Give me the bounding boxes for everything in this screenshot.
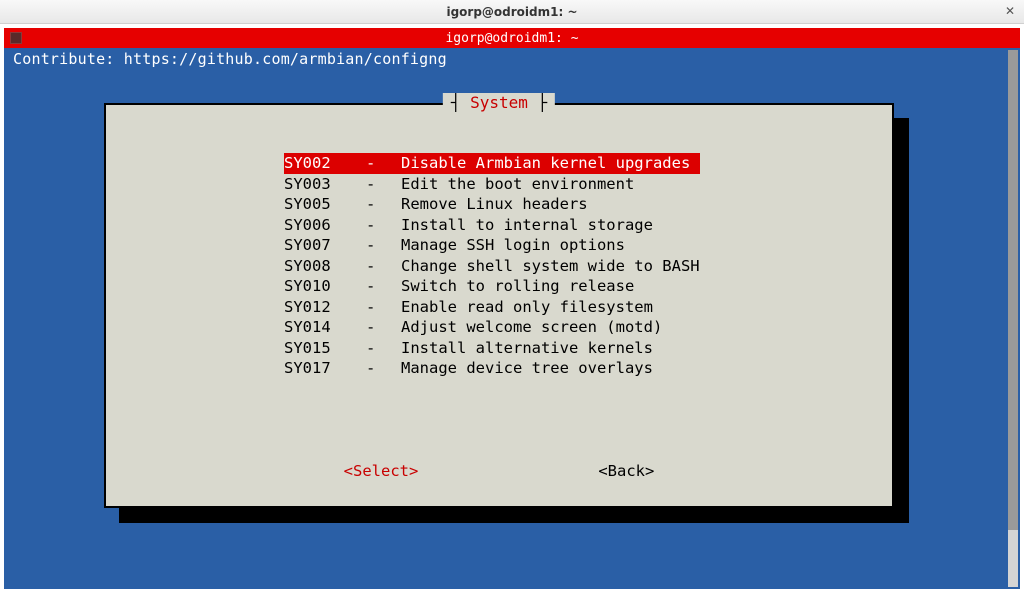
menu-item-sy015[interactable]: SY015- Install alternative kernels bbox=[284, 338, 700, 359]
dialog-buttons: <Select> <Back> bbox=[106, 462, 892, 480]
terminal-tab-label: igorp@odroidm1: ~ bbox=[445, 31, 578, 46]
back-button[interactable]: <Back> bbox=[598, 462, 654, 480]
window-titlebar: igorp@odroidm1: ~ ✕ bbox=[0, 0, 1024, 24]
select-button[interactable]: <Select> bbox=[344, 462, 419, 480]
menu-item-label: Adjust welcome screen (motd) bbox=[401, 317, 662, 338]
menu-item-sy014[interactable]: SY014- Adjust welcome screen (motd) bbox=[284, 317, 700, 338]
menu-item-sy002[interactable]: SY002- Disable Armbian kernel upgrades bbox=[284, 153, 700, 174]
menu-item-label: Disable Armbian kernel upgrades bbox=[401, 153, 690, 174]
scrollbar[interactable] bbox=[1008, 50, 1018, 587]
terminal-tab-bar: igorp@odroidm1: ~ bbox=[4, 28, 1020, 48]
menu-item-sy010[interactable]: SY010- Switch to rolling release bbox=[284, 276, 700, 297]
menu-item-label: Switch to rolling release bbox=[401, 276, 634, 297]
menu-item-label: Manage SSH login options bbox=[401, 235, 625, 256]
contribute-line: Contribute: https://github.com/armbian/c… bbox=[9, 48, 1006, 70]
menu-item-sy005[interactable]: SY005- Remove Linux headers bbox=[284, 194, 700, 215]
menu-item-sy006[interactable]: SY006- Install to internal storage bbox=[284, 215, 700, 236]
menu-item-label: Manage device tree overlays bbox=[401, 358, 653, 379]
menu-item-label: Install to internal storage bbox=[401, 215, 653, 236]
dialog-system: System SY002- Disable Armbian kernel upg… bbox=[104, 103, 894, 508]
menu-item-label: Change shell system wide to BASH bbox=[401, 256, 700, 277]
menu-list: SY002- Disable Armbian kernel upgrades S… bbox=[284, 153, 700, 379]
menu-item-label: Edit the boot environment bbox=[401, 174, 634, 195]
terminal-screen: Contribute: https://github.com/armbian/c… bbox=[9, 48, 1006, 587]
menu-item-sy008[interactable]: SY008- Change shell system wide to BASH bbox=[284, 256, 700, 277]
window-close-button[interactable]: ✕ bbox=[1002, 3, 1018, 19]
menu-item-sy012[interactable]: SY012- Enable read only filesystem bbox=[284, 297, 700, 318]
menu-item-sy017[interactable]: SY017- Manage device tree overlays bbox=[284, 358, 700, 379]
scrollbar-thumb[interactable] bbox=[1008, 50, 1018, 530]
menu-item-label: Remove Linux headers bbox=[401, 194, 588, 215]
menu-item-label: Enable read only filesystem bbox=[401, 297, 653, 318]
menu-item-label: Install alternative kernels bbox=[401, 338, 653, 359]
terminal: igorp@odroidm1: ~ Contribute: https://gi… bbox=[4, 28, 1020, 589]
window-title: igorp@odroidm1: ~ bbox=[446, 5, 577, 19]
dialog-title: System bbox=[443, 93, 555, 112]
window-body: igorp@odroidm1: ~ Contribute: https://gi… bbox=[0, 24, 1024, 593]
menu-item-sy003[interactable]: SY003- Edit the boot environment bbox=[284, 174, 700, 195]
terminal-icon bbox=[10, 32, 22, 44]
menu-item-sy007[interactable]: SY007- Manage SSH login options bbox=[284, 235, 700, 256]
